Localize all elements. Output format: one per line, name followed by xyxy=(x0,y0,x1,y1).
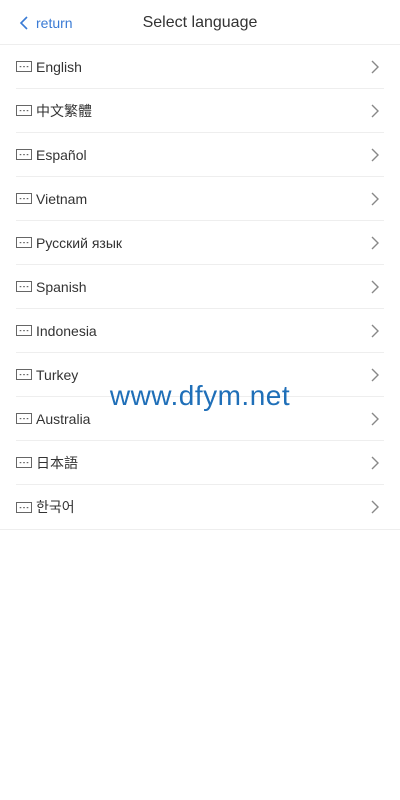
language-item[interactable]: Русский язык xyxy=(16,221,384,265)
chevron-right-icon xyxy=(371,236,379,250)
chevron-right-icon xyxy=(371,148,379,162)
chevron-right-icon xyxy=(371,104,379,118)
language-item[interactable]: Spanish xyxy=(16,265,384,309)
language-select-page: return Select language English 中文繁體 Españo… xyxy=(0,0,400,800)
message-icon xyxy=(16,105,32,116)
chevron-left-icon xyxy=(19,16,28,30)
message-icon xyxy=(16,149,32,160)
language-item[interactable]: Indonesia xyxy=(16,309,384,353)
language-label: Vietnam xyxy=(36,190,88,207)
language-item[interactable]: Australia xyxy=(16,397,384,441)
language-item[interactable]: 日本語 xyxy=(16,441,384,485)
message-icon xyxy=(16,281,32,292)
language-list: English 中文繁體 Español Vietnam Русский язык Spa… xyxy=(16,45,384,529)
language-label: Indonesia xyxy=(36,322,97,339)
chevron-right-icon xyxy=(371,60,379,74)
language-label: English xyxy=(36,58,82,75)
language-item[interactable]: 한국어 xyxy=(16,485,384,529)
message-icon xyxy=(16,237,32,248)
language-item[interactable]: Español xyxy=(16,133,384,177)
chevron-right-icon xyxy=(371,500,379,514)
chevron-right-icon xyxy=(371,280,379,294)
message-icon xyxy=(16,325,32,336)
language-item[interactable]: Vietnam xyxy=(16,177,384,221)
language-label: 中文繁體 xyxy=(36,102,92,119)
back-button[interactable]: return xyxy=(18,12,73,34)
message-icon xyxy=(16,501,32,513)
chevron-right-icon xyxy=(371,456,379,470)
language-label: Español xyxy=(36,146,87,163)
message-icon xyxy=(16,61,32,72)
chevron-right-icon xyxy=(371,368,379,382)
language-list-wrap: English 中文繁體 Español Vietnam Русский язык Spa… xyxy=(0,45,400,530)
message-icon xyxy=(16,457,32,468)
language-label: Русский язык xyxy=(36,234,123,251)
back-label: return xyxy=(36,15,73,31)
message-icon xyxy=(16,413,32,424)
chevron-right-icon xyxy=(371,324,379,338)
language-item[interactable]: 中文繁體 xyxy=(16,89,384,133)
message-icon xyxy=(16,369,32,380)
language-label: Turkey xyxy=(36,366,79,383)
message-icon xyxy=(16,193,32,204)
language-item[interactable]: Turkey xyxy=(16,353,384,397)
language-label: 日本語 xyxy=(36,454,78,471)
language-item[interactable]: English xyxy=(16,45,384,89)
language-label: Australia xyxy=(36,410,91,427)
chevron-right-icon xyxy=(371,192,379,206)
language-label: Spanish xyxy=(36,278,87,295)
language-label: 한국어 xyxy=(36,499,75,515)
header: return Select language xyxy=(0,0,400,45)
chevron-right-icon xyxy=(371,412,379,426)
